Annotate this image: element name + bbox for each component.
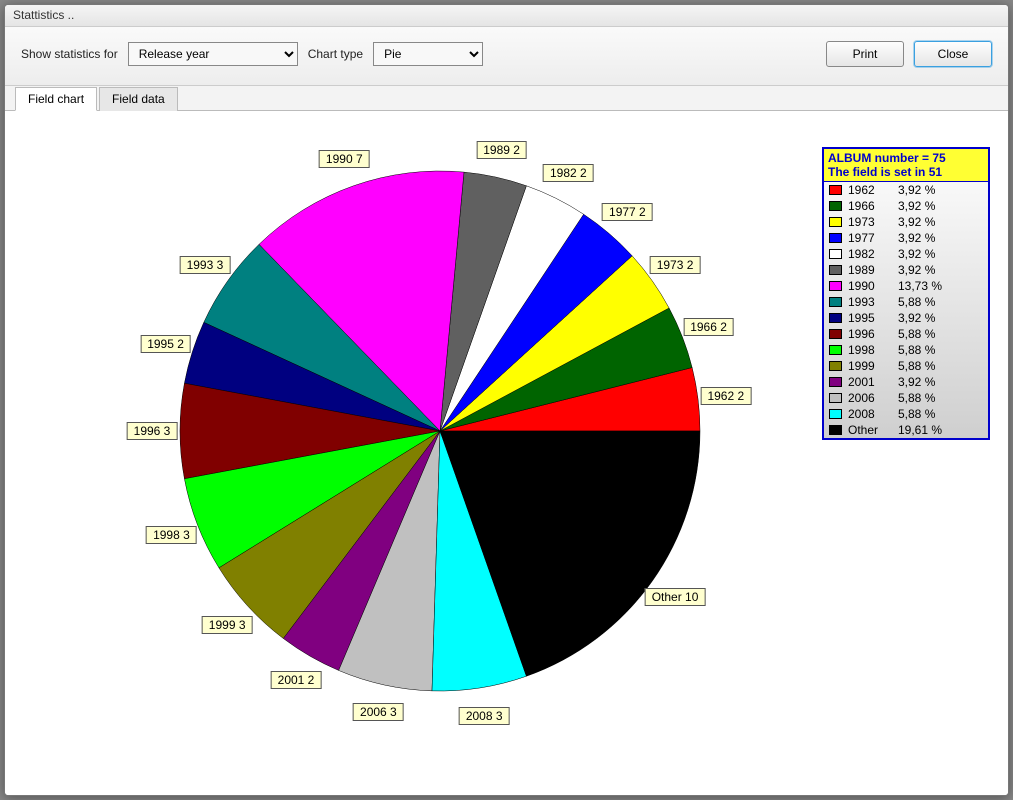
slice-label: 1966 2	[683, 318, 734, 336]
legend-swatch	[829, 297, 842, 307]
legend-percent: 5,88 %	[898, 391, 983, 405]
legend-name: 1989	[848, 263, 892, 277]
slice-label: 1998 3	[146, 526, 197, 544]
legend-percent: 3,92 %	[898, 215, 983, 229]
slice-label: 1962 2	[700, 387, 751, 405]
window-title: Stattistics ..	[5, 5, 1008, 27]
tab-field-data[interactable]: Field data	[99, 87, 178, 111]
legend-name: 1966	[848, 199, 892, 213]
legend-name: 1996	[848, 327, 892, 341]
legend-name: 1999	[848, 359, 892, 373]
legend-name: 2008	[848, 407, 892, 421]
legend-name: 1990	[848, 279, 892, 293]
legend-swatch	[829, 329, 842, 339]
legend-row: 1998 5,88 %	[824, 342, 988, 358]
slice-label: 2006 3	[353, 703, 404, 721]
slice-label: 1995 2	[140, 335, 191, 353]
legend-name: 1993	[848, 295, 892, 309]
legend-row: 1966 3,92 %	[824, 198, 988, 214]
slice-label: 1989 2	[476, 141, 527, 159]
legend-row: 2001 3,92 %	[824, 374, 988, 390]
legend-swatch	[829, 249, 842, 259]
legend-name: 1995	[848, 311, 892, 325]
legend-swatch	[829, 265, 842, 275]
legend-swatch	[829, 233, 842, 243]
chart-content: 1962 2 1966 2 1973 2 1977 2 1982 2 1989 2 1990…	[5, 111, 1008, 795]
legend-row: Other 19,61 %	[824, 422, 988, 438]
legend-row: 2006 5,88 %	[824, 390, 988, 406]
slice-label: 1973 2	[650, 256, 701, 274]
legend-percent: 5,88 %	[898, 295, 983, 309]
legend-swatch	[829, 201, 842, 211]
chart-type-label: Chart type	[308, 47, 363, 61]
legend-name: 2006	[848, 391, 892, 405]
legend-swatch	[829, 377, 842, 387]
statistics-window: Stattistics .. Show statistics for Relea…	[4, 4, 1009, 796]
legend-row: 1962 3,92 %	[824, 182, 988, 198]
legend-percent: 19,61 %	[898, 423, 983, 437]
legend-name: 1973	[848, 215, 892, 229]
legend-percent: 5,88 %	[898, 343, 983, 357]
legend-percent: 3,92 %	[898, 183, 983, 197]
legend-header-line1: ALBUM number = 75	[828, 151, 984, 165]
legend-row: 1996 5,88 %	[824, 326, 988, 342]
legend-percent: 5,88 %	[898, 327, 983, 341]
chart-type-select[interactable]: Pie	[373, 42, 483, 66]
legend-row: 2008 5,88 %	[824, 406, 988, 422]
legend-name: 1982	[848, 247, 892, 261]
legend-percent: 3,92 %	[898, 263, 983, 277]
toolbar: Show statistics for Release year Chart t…	[5, 27, 1008, 86]
legend-header: ALBUM number = 75 The field is set in 51	[824, 149, 988, 182]
legend-row: 1990 13,73 %	[824, 278, 988, 294]
close-button[interactable]: Close	[914, 41, 992, 67]
legend-name: 2001	[848, 375, 892, 389]
legend-percent: 3,92 %	[898, 247, 983, 261]
legend-percent: 5,88 %	[898, 407, 983, 421]
legend-swatch	[829, 393, 842, 403]
legend: ALBUM number = 75 The field is set in 51…	[822, 147, 990, 440]
legend-name: Other	[848, 423, 892, 437]
legend-name: 1998	[848, 343, 892, 357]
slice-label: 1996 3	[127, 422, 178, 440]
slice-label: 1977 2	[602, 203, 653, 221]
slice-label: 1993 3	[180, 256, 231, 274]
legend-swatch	[829, 361, 842, 371]
legend-row: 1995 3,92 %	[824, 310, 988, 326]
print-button[interactable]: Print	[826, 41, 904, 67]
slice-label: 1990 7	[319, 150, 370, 168]
chart-wrap: 1962 2 1966 2 1973 2 1977 2 1982 2 1989 2 1990…	[5, 111, 1008, 795]
legend-row: 1993 5,88 %	[824, 294, 988, 310]
legend-percent: 13,73 %	[898, 279, 983, 293]
legend-swatch	[829, 185, 842, 195]
slice-label: Other 10	[645, 588, 706, 606]
legend-name: 1977	[848, 231, 892, 245]
legend-percent: 3,92 %	[898, 375, 983, 389]
slice-label: 1999 3	[202, 616, 253, 634]
legend-header-line2: The field is set in 51	[828, 165, 984, 179]
stats-for-select[interactable]: Release year	[128, 42, 298, 66]
legend-row: 1982 3,92 %	[824, 246, 988, 262]
legend-swatch	[829, 281, 842, 291]
legend-swatch	[829, 313, 842, 323]
legend-row: 1977 3,92 %	[824, 230, 988, 246]
tabs: Field chart Field data	[5, 86, 1008, 111]
legend-row: 1999 5,88 %	[824, 358, 988, 374]
legend-name: 1962	[848, 183, 892, 197]
stats-for-label: Show statistics for	[21, 47, 118, 61]
legend-row: 1973 3,92 %	[824, 214, 988, 230]
legend-swatch	[829, 409, 842, 419]
legend-percent: 3,92 %	[898, 231, 983, 245]
slice-label: 2008 3	[459, 707, 510, 725]
legend-percent: 5,88 %	[898, 359, 983, 373]
legend-row: 1989 3,92 %	[824, 262, 988, 278]
legend-swatch	[829, 425, 842, 435]
legend-swatch	[829, 345, 842, 355]
legend-percent: 3,92 %	[898, 311, 983, 325]
tab-field-chart[interactable]: Field chart	[15, 87, 97, 111]
legend-swatch	[829, 217, 842, 227]
slice-label: 2001 2	[271, 671, 322, 689]
legend-percent: 3,92 %	[898, 199, 983, 213]
slice-label: 1982 2	[543, 164, 594, 182]
